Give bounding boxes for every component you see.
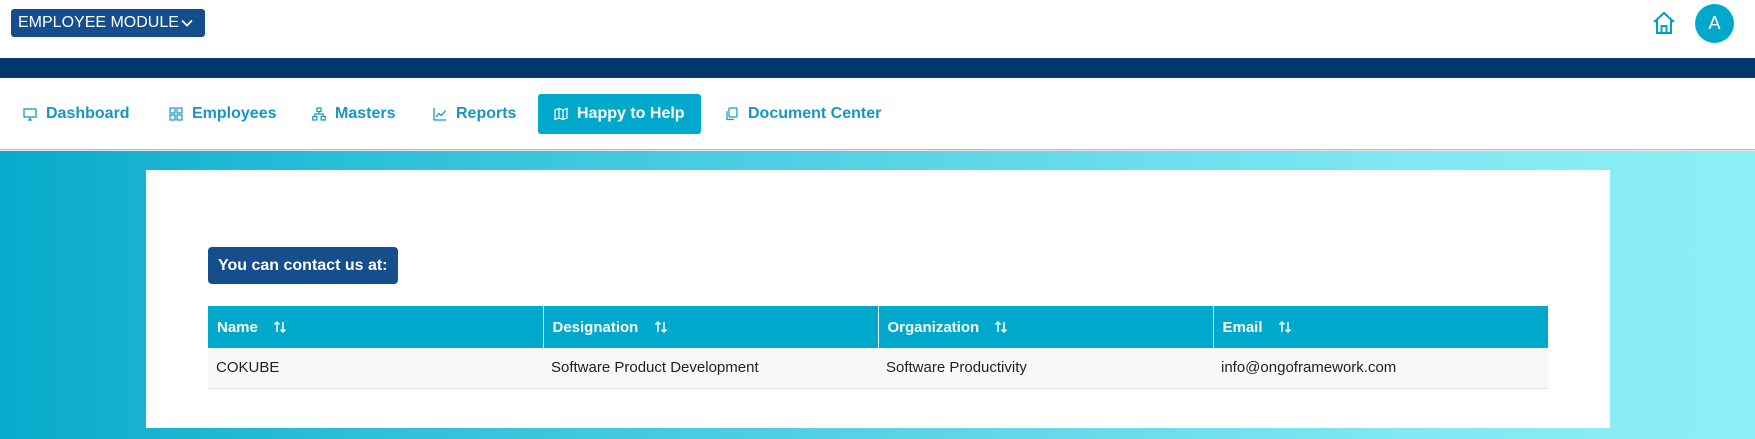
contact-heading: You can contact us at: xyxy=(208,247,398,284)
main-nav: Dashboard Employees Masters Reports Happ… xyxy=(0,78,1755,150)
table-row: COKUBE Software Product Development Soft… xyxy=(208,348,1548,389)
sort-icon[interactable] xyxy=(1277,319,1293,335)
nav-item-label: Happy to Help xyxy=(577,105,685,122)
nav-item-label: Masters xyxy=(335,105,396,122)
header-band xyxy=(0,58,1755,78)
table-header-row: Name Designation Organization Email xyxy=(208,306,1548,348)
module-selector-label: EMPLOYEE MODULE xyxy=(18,14,179,31)
map-icon xyxy=(554,107,568,121)
cell-name: COKUBE xyxy=(208,348,543,389)
chevron-down-icon xyxy=(181,19,193,27)
column-header-email[interactable]: Email xyxy=(1213,306,1548,348)
column-header-label: Email xyxy=(1222,318,1263,336)
monitor-icon xyxy=(23,108,37,121)
nav-item-label: Employees xyxy=(192,105,277,122)
column-header-designation[interactable]: Designation xyxy=(543,306,879,348)
home-icon[interactable] xyxy=(1651,10,1677,36)
contact-table: Name Designation Organization Email COKU… xyxy=(208,306,1548,389)
sort-icon[interactable] xyxy=(653,319,669,335)
nav-item-document-center[interactable]: Document Center xyxy=(725,94,881,134)
nav-item-masters[interactable]: Masters xyxy=(312,94,395,134)
nav-item-employees[interactable]: Employees xyxy=(169,94,276,134)
column-header-organization[interactable]: Organization xyxy=(878,306,1214,348)
avatar-initial: A xyxy=(1708,13,1721,33)
sort-icon[interactable] xyxy=(272,319,288,335)
top-bar: EMPLOYEE MODULE A xyxy=(0,0,1755,58)
column-header-label: Organization xyxy=(887,318,980,336)
column-header-name[interactable]: Name xyxy=(208,306,544,348)
contact-card: You can contact us at: Name Designation xyxy=(146,170,1610,428)
sitemap-icon xyxy=(312,107,326,121)
nav-item-label: Dashboard xyxy=(46,105,130,122)
chart-line-icon xyxy=(433,108,447,121)
copy-icon xyxy=(726,107,738,121)
column-header-label: Designation xyxy=(552,318,639,336)
nav-item-dashboard[interactable]: Dashboard xyxy=(23,94,130,134)
module-selector[interactable]: EMPLOYEE MODULE xyxy=(11,9,205,37)
nav-item-label: Document Center xyxy=(748,105,882,122)
grid-icon xyxy=(169,107,183,121)
nav-item-label: Reports xyxy=(456,105,517,122)
column-header-label: Name xyxy=(217,318,258,336)
nav-item-reports[interactable]: Reports xyxy=(433,94,516,134)
sort-icon[interactable] xyxy=(993,319,1009,335)
cell-email: info@ongoframework.com xyxy=(1213,348,1548,389)
nav-item-happy-to-help[interactable]: Happy to Help xyxy=(538,94,701,134)
cell-designation: Software Product Development xyxy=(543,348,878,389)
cell-organization: Software Productivity xyxy=(878,348,1213,389)
user-avatar[interactable]: A xyxy=(1695,4,1734,43)
